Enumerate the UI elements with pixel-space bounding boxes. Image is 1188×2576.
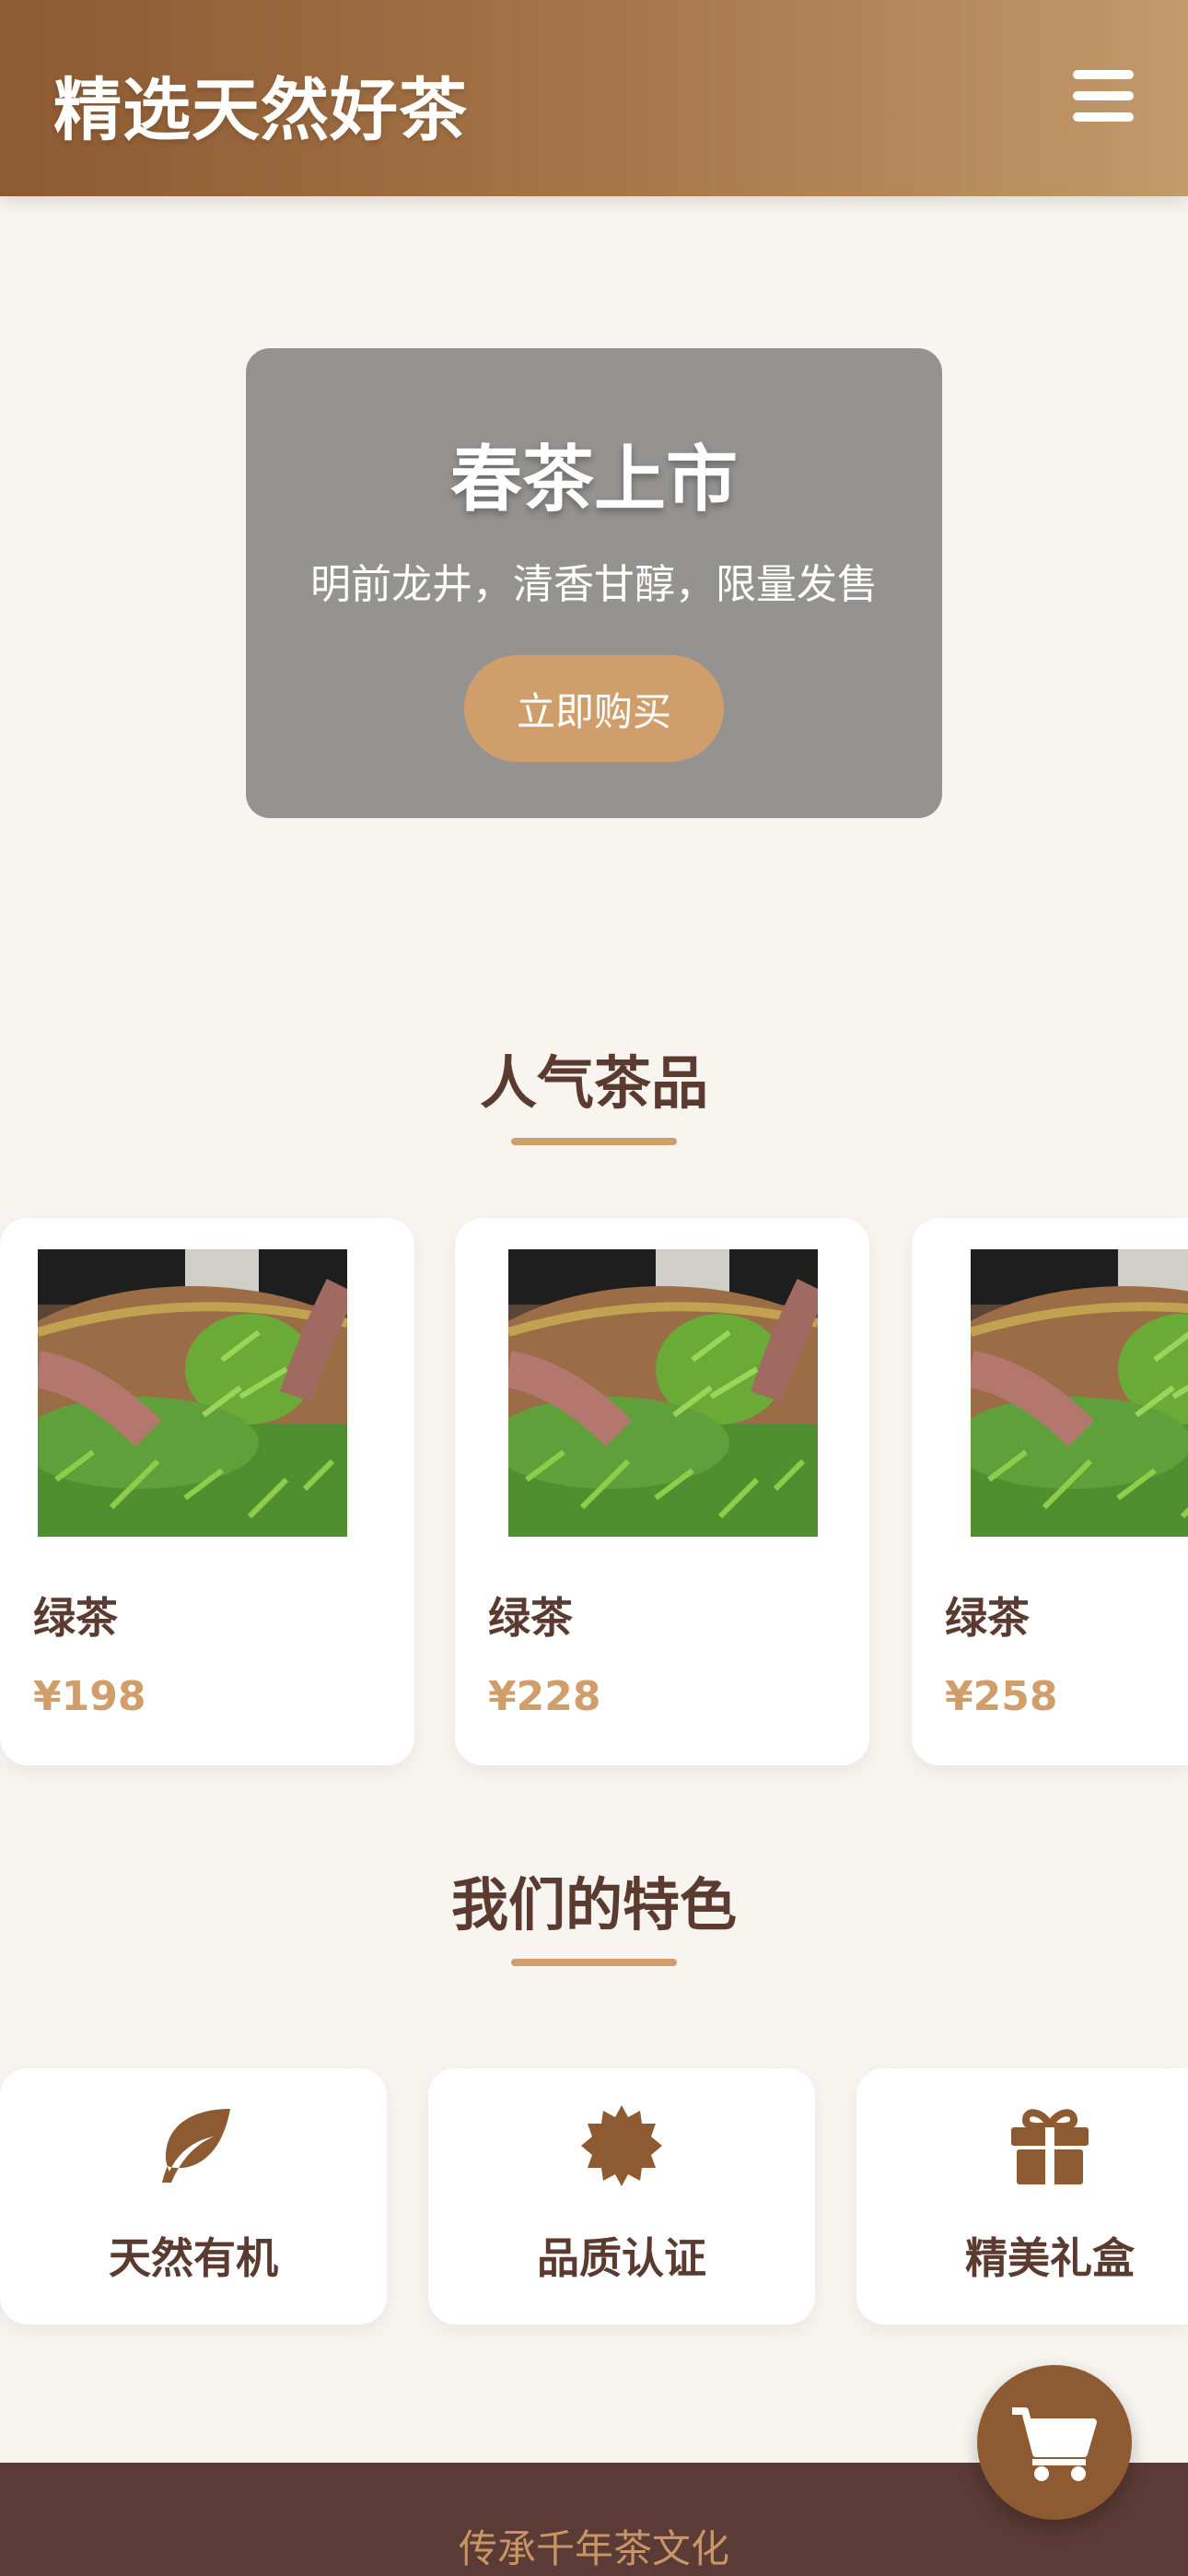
product-name: 绿茶 bbox=[33, 1593, 118, 1643]
footer-slogan: 传承千年茶文化 bbox=[458, 2526, 729, 2571]
product-card[interactable]: 绿茶 ¥258 bbox=[912, 1218, 1188, 1765]
buy-now-button[interactable]: 立即购买 bbox=[464, 655, 724, 762]
promo-banner: 春茶上市 明前龙井，清香甘醇，限量发售 立即购买 bbox=[246, 348, 942, 818]
feature-label: 品质认证 bbox=[537, 2233, 706, 2283]
menu-bar bbox=[1073, 91, 1134, 100]
feature-card: 品质认证 bbox=[428, 2068, 815, 2324]
leaf-icon bbox=[153, 2105, 234, 2186]
banner-title: 春茶上市 bbox=[449, 439, 738, 521]
banner-subtitle: 明前龙井，清香甘醇，限量发售 bbox=[310, 561, 878, 608]
hamburger-menu-icon[interactable] bbox=[1073, 70, 1134, 122]
certificate-icon bbox=[581, 2105, 662, 2186]
feature-label: 精美礼盒 bbox=[965, 2233, 1135, 2283]
product-price: ¥258 bbox=[945, 1673, 1058, 1720]
site-title: 精选天然好茶 bbox=[53, 71, 468, 150]
feature-label: 天然有机 bbox=[109, 2233, 278, 2283]
product-name: 绿茶 bbox=[945, 1593, 1030, 1643]
feature-card: 天然有机 bbox=[0, 2068, 387, 2324]
menu-bar bbox=[1073, 70, 1134, 79]
tea-product-image bbox=[971, 1249, 1188, 1537]
product-price: ¥228 bbox=[488, 1673, 601, 1720]
tea-product-image bbox=[508, 1249, 818, 1537]
app-header: 精选天然好茶 bbox=[0, 0, 1188, 196]
product-name: 绿茶 bbox=[488, 1593, 573, 1643]
menu-bar bbox=[1073, 112, 1134, 122]
features-section-title: 我们的特色 bbox=[450, 1871, 737, 1938]
tea-product-image bbox=[38, 1249, 347, 1537]
product-card[interactable]: 绿茶 ¥228 bbox=[455, 1218, 869, 1765]
shopping-cart-icon bbox=[1008, 2404, 1097, 2483]
popular-section-title: 人气茶品 bbox=[479, 1049, 708, 1117]
feature-card: 精美礼盒 bbox=[856, 2068, 1188, 2324]
product-price: ¥198 bbox=[33, 1673, 146, 1720]
product-card[interactable]: 绿茶 ¥198 bbox=[0, 1218, 414, 1765]
gift-icon bbox=[1009, 2105, 1090, 2186]
section-underline bbox=[511, 1959, 677, 1966]
section-underline bbox=[511, 1138, 677, 1145]
cart-button[interactable] bbox=[977, 2365, 1132, 2520]
